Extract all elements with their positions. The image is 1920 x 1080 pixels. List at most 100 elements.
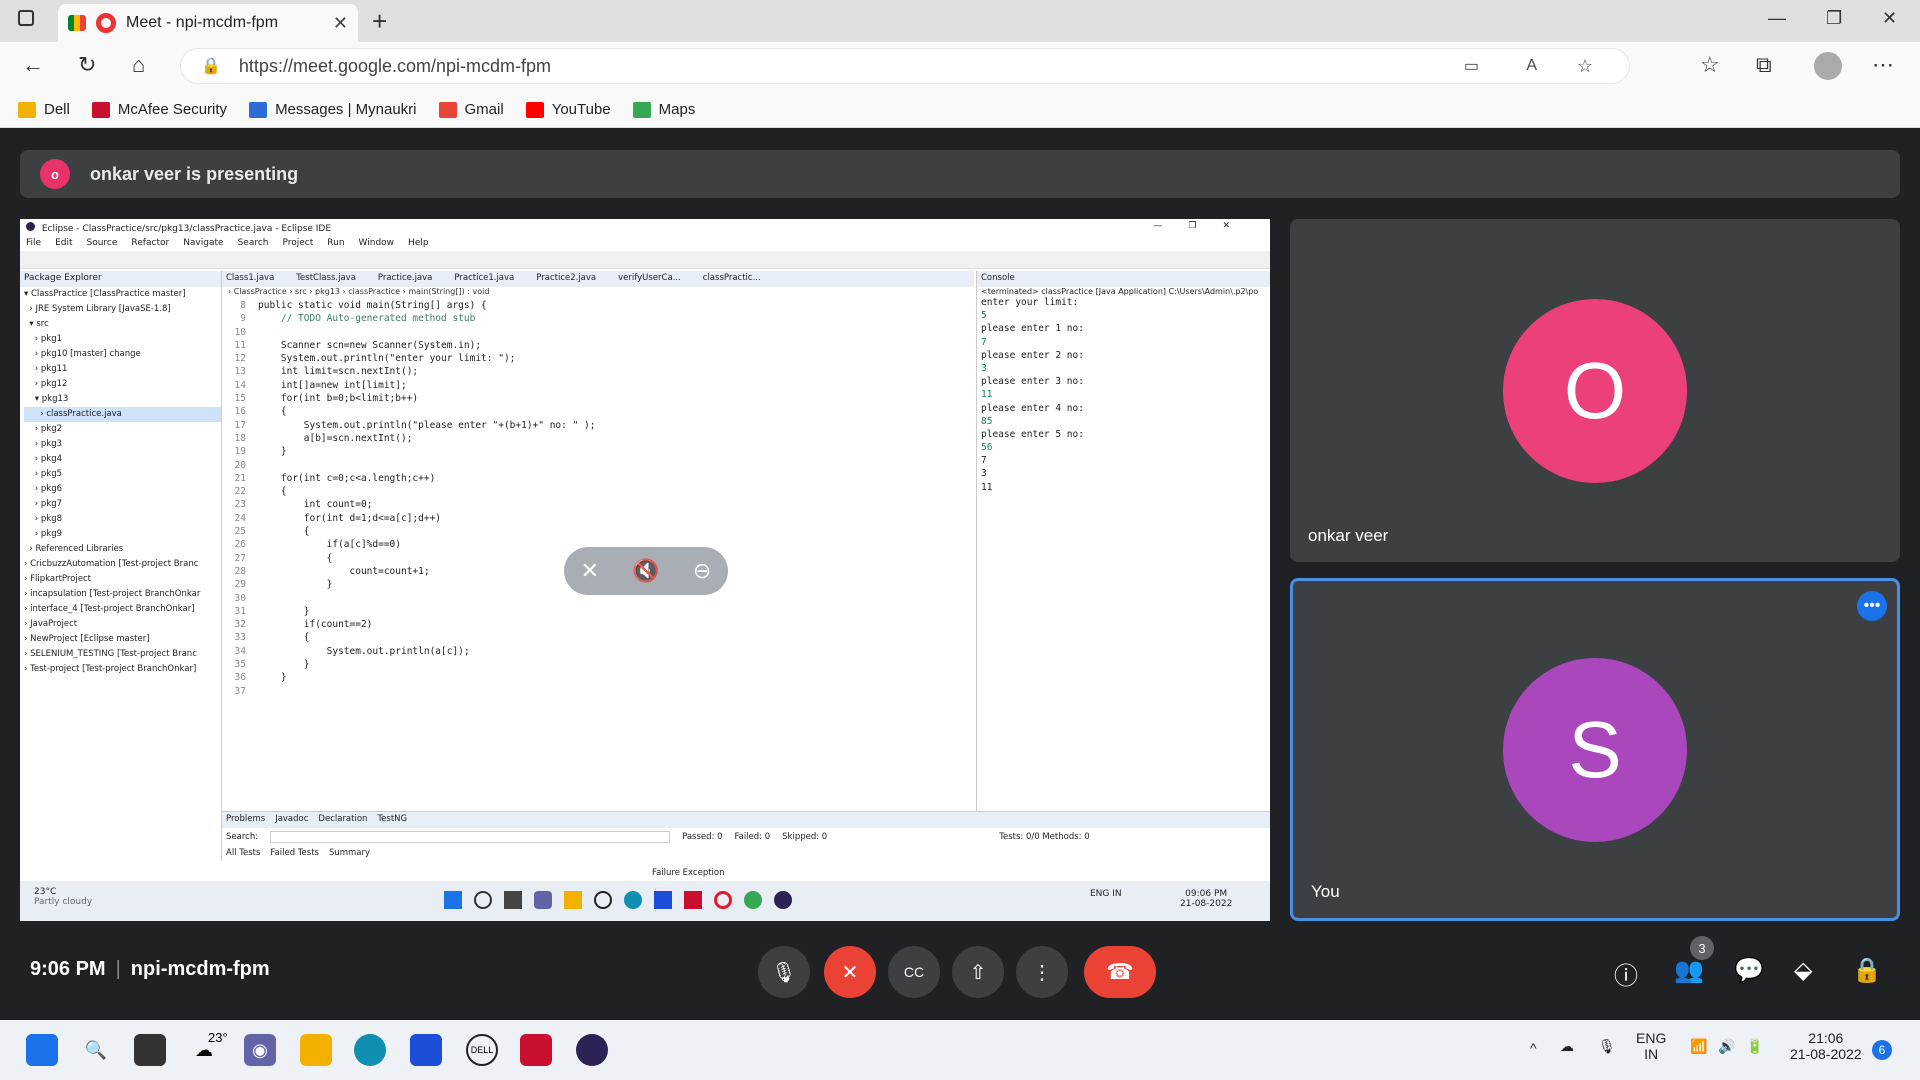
maximize-button[interactable]: ❐ [1826,8,1842,29]
close-window-button[interactable]: ✕ [1882,8,1897,29]
url-bar[interactable]: 🔒 https://meet.google.com/npi-mcdm-fpm ▭… [180,48,1630,84]
tab-meet[interactable]: Meet - npi-mcdm-fpm ✕ [58,4,358,42]
console-tab[interactable]: Console [977,271,1270,287]
tree-item[interactable]: › classPractice.java [24,407,221,422]
edge-icon[interactable] [354,1034,386,1066]
tree-item[interactable]: › Referenced Libraries [24,542,221,557]
tree-item[interactable]: › pkg7 [24,497,221,512]
wifi-icon[interactable]: 📶 [1690,1038,1707,1055]
participant-tile-you[interactable]: ••• S You [1290,578,1900,921]
tree-item[interactable]: › JavaProject [24,617,221,632]
notification-badge[interactable]: 6 [1872,1040,1892,1060]
tree-item[interactable]: ▾ ClassPractice [ClassPractice master] [24,287,221,302]
read-aloud-icon[interactable]: A [1526,57,1537,75]
menu-item[interactable]: Navigate [183,238,223,248]
favorites-icon[interactable]: ☆ [1700,52,1720,78]
host-controls-icon[interactable]: 🔒 [1852,956,1882,985]
tab-actions-icon[interactable] [18,10,34,26]
captions-button[interactable]: CC [888,946,940,998]
lock-icon[interactable]: 🔒 [201,56,221,76]
search-icon[interactable]: 🔍 [80,1034,112,1066]
tree-item[interactable]: › CricbuzzAutomation [Test-project Branc [24,557,221,572]
microphone-button[interactable]: 🎙 [758,946,810,998]
tree-item[interactable]: › pkg2 [24,422,221,437]
bookmark-dell[interactable]: Dell [18,101,70,118]
editor-tab[interactable]: Class1.java [226,273,274,283]
refresh-icon[interactable]: ↻ [78,52,96,78]
tree-item[interactable]: ▾ pkg13 [24,392,221,407]
tree-item[interactable]: › pkg5 [24,467,221,482]
activities-icon[interactable]: ⬙ [1794,956,1812,985]
remove-icon[interactable]: ⊖ [693,559,711,584]
bookmark-mynaukri[interactable]: Messages | Mynaukri [249,101,417,118]
back-icon[interactable]: ← [22,52,44,78]
collections-icon[interactable]: ⧉ [1756,52,1772,78]
tree-item[interactable]: › pkg9 [24,527,221,542]
tree-item[interactable]: › pkg10 [master] change [24,347,221,362]
bottom-tab[interactable]: Problems [226,814,265,824]
tree-item[interactable]: › pkg11 [24,362,221,377]
tree-item[interactable]: › JRE System Library [JavaSE-1.8] [24,302,221,317]
task-view-icon[interactable] [134,1034,166,1066]
more-options-button[interactable]: ⋮ [1016,946,1068,998]
tree-item[interactable]: › Test-project [Test-project BranchOnkar… [24,662,221,677]
editor-tab[interactable]: Practice.java [378,273,432,283]
camera-icon[interactable]: ▭ [1464,56,1479,76]
bookmark-gmail[interactable]: Gmail [438,101,504,118]
end-call-button[interactable]: ☎ [1084,946,1156,998]
tree-item[interactable]: › pkg12 [24,377,221,392]
language-indicator[interactable]: ENG IN [1636,1030,1666,1062]
bookmark-youtube[interactable]: YouTube [525,101,611,118]
bottom-tab[interactable]: TestNG [377,814,407,824]
start-icon[interactable] [26,1034,58,1066]
bookmark-mcafee[interactable]: McAfee Security [91,101,227,118]
editor-tab[interactable]: verifyUserCa... [618,273,681,283]
tree-item[interactable]: › NewProject [Eclipse master] [24,632,221,647]
menu-item[interactable]: Window [359,238,395,248]
menu-item[interactable]: Project [282,238,313,248]
more-icon[interactable]: ⋯ [1872,52,1894,78]
menu-item[interactable]: File [26,238,41,248]
mic-icon[interactable]: 🎙 [1598,1038,1616,1055]
tree-item[interactable]: › incapsulation [Test-project BranchOnka… [24,587,221,602]
teams-chat-icon[interactable]: ◉ [244,1034,276,1066]
minimize-button[interactable]: — [1768,8,1786,29]
editor-tab[interactable]: Practice2.java [536,273,596,283]
menu-item[interactable]: Search [238,238,269,248]
onedrive-icon[interactable]: ☁ [1560,1038,1574,1055]
tree-item[interactable]: › pkg1 [24,332,221,347]
home-icon[interactable]: ⌂ [132,52,145,78]
meeting-details-icon[interactable]: ⓘ [1614,956,1638,991]
people-icon[interactable]: 👥 [1674,956,1704,985]
result-tab[interactable]: All Tests [226,848,260,858]
mute-icon[interactable]: 🔇 [632,559,659,584]
show-hidden-icons[interactable]: ^ [1530,1040,1537,1056]
menu-item[interactable]: Refactor [131,238,169,248]
camera-off-button[interactable]: ✕ [824,946,876,998]
profile-avatar[interactable] [1814,52,1842,80]
tree-item[interactable]: › interface_4 [Test-project BranchOnkar] [24,602,221,617]
bottom-tab[interactable]: Declaration [318,814,367,824]
tree-item[interactable]: › pkg3 [24,437,221,452]
tree-item[interactable]: › pkg4 [24,452,221,467]
result-tab[interactable]: Summary [329,848,370,858]
tree-item[interactable]: › FlipkartProject [24,572,221,587]
close-tab-icon[interactable]: ✕ [333,13,348,34]
editor-tab[interactable]: Practice1.java [454,273,514,283]
mcafee-icon[interactable] [520,1034,552,1066]
store-icon[interactable] [410,1034,442,1066]
bottom-tab[interactable]: Javadoc [275,814,308,824]
dell-icon[interactable]: DELL [466,1034,498,1066]
search-input[interactable] [270,831,671,843]
tree-item[interactable]: › pkg8 [24,512,221,527]
tree-item[interactable]: › pkg6 [24,482,221,497]
eclipse-icon[interactable] [576,1034,608,1066]
chat-icon[interactable]: 💬 [1734,956,1764,985]
volume-icon[interactable]: 🔊 [1718,1038,1735,1055]
present-button[interactable]: ⇧ [952,946,1004,998]
participant-tile-onkar[interactable]: O onkar veer [1290,219,1900,562]
pin-off-icon[interactable]: ✕ [581,559,599,584]
menu-item[interactable]: Help [408,238,429,248]
new-tab-button[interactable]: + [372,6,387,37]
taskbar-clock[interactable]: 21:06 21-08-2022 [1790,1030,1862,1062]
